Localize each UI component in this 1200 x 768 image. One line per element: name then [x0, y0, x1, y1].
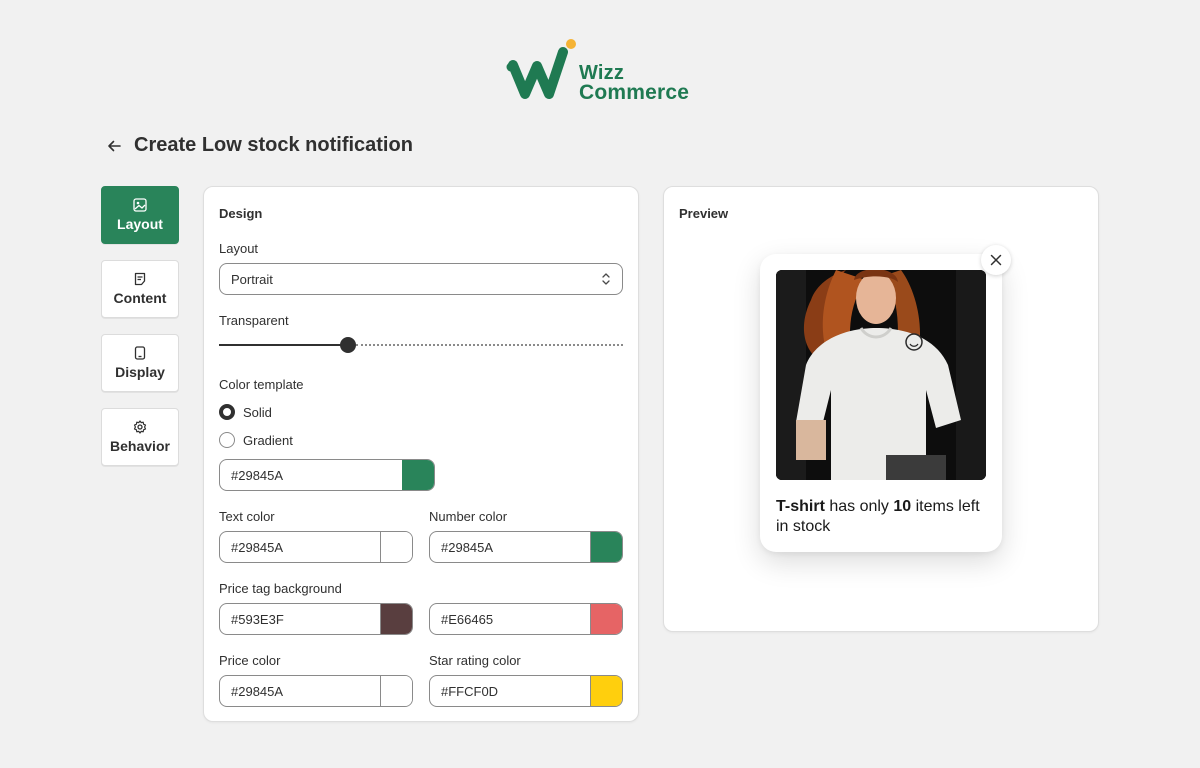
price-tag-bg2-swatch[interactable]	[590, 604, 622, 634]
price-color-swatch[interactable]	[380, 676, 412, 706]
wizzcommerce-logo: Wizz Commerce	[505, 38, 700, 104]
radio-gradient[interactable]: Gradient	[219, 432, 293, 448]
gear-icon	[133, 420, 147, 434]
layout-label: Layout	[219, 241, 259, 256]
wizz-logo-mark	[506, 39, 576, 99]
sidebar-item-label: Display	[115, 364, 165, 380]
star-rating-color-hex[interactable]: #FFCF0D	[430, 676, 590, 706]
price-tag-bg-hex[interactable]: #593E3F	[220, 604, 380, 634]
price-tag-bg2-input[interactable]: #E66465	[429, 603, 623, 635]
sidebar-item-label: Behavior	[110, 438, 170, 454]
arrow-left-icon[interactable]	[106, 137, 124, 155]
page-header: Create Low stock notification	[106, 134, 413, 157]
price-tag-bg-label: Price tag background	[219, 581, 342, 596]
sidebar-item-layout[interactable]: Layout	[101, 186, 179, 244]
price-tag-bg-swatch[interactable]	[380, 604, 412, 634]
number-color-hex[interactable]: #29845A	[430, 532, 590, 562]
design-card: Design Layout Portrait Transparent Color…	[203, 186, 639, 722]
slider-filled-track	[219, 344, 348, 346]
page-title: Create Low stock notification	[134, 134, 413, 156]
radio-gradient-control[interactable]	[219, 432, 235, 448]
image-layout-icon	[133, 198, 147, 212]
tablet-icon	[134, 346, 146, 360]
template-color-hex[interactable]: #29845A	[220, 460, 402, 490]
msg-part1: has only	[824, 498, 894, 515]
star-rating-color-input[interactable]: #FFCF0D	[429, 675, 623, 707]
price-tag-bg2-hex[interactable]: #E66465	[430, 604, 590, 634]
price-tag-bg-input[interactable]: #593E3F	[219, 603, 413, 635]
layout-select-value: Portrait	[231, 271, 273, 287]
sidebar-item-content[interactable]: Content	[101, 260, 179, 318]
slider-rest-track	[356, 344, 623, 346]
number-color-label: Number color	[429, 509, 508, 524]
text-color-input[interactable]: #29845A	[219, 531, 413, 563]
logo-line2: Commerce	[579, 81, 690, 104]
design-title: Design	[219, 206, 263, 221]
layout-select[interactable]: Portrait	[219, 263, 623, 295]
radio-solid[interactable]: Solid	[219, 404, 272, 420]
sidebar-item-display[interactable]: Display	[101, 334, 179, 392]
slider-thumb[interactable]	[340, 337, 356, 353]
product-name: T-shirt	[776, 498, 825, 515]
popup-message: T-shirt has only 10 items left in stock	[776, 497, 988, 537]
radio-solid-label: Solid	[243, 404, 272, 420]
note-icon	[134, 272, 146, 286]
color-template-label: Color template	[219, 377, 304, 392]
select-chevron-icon	[602, 273, 610, 285]
number-color-input[interactable]: #29845A	[429, 531, 623, 563]
template-color-input[interactable]: #29845A	[219, 459, 435, 491]
star-rating-color-swatch[interactable]	[590, 676, 622, 706]
preview-title: Preview	[679, 206, 729, 221]
text-color-hex[interactable]: #29845A	[220, 532, 380, 562]
close-popup-button[interactable]	[981, 245, 1011, 275]
product-image	[776, 270, 986, 480]
radio-solid-control[interactable]	[219, 404, 235, 420]
text-color-label: Text color	[219, 509, 275, 524]
transparent-slider[interactable]	[219, 335, 623, 355]
star-rating-label: Star rating color	[429, 653, 521, 668]
price-color-input[interactable]: #29845A	[219, 675, 413, 707]
template-color-swatch[interactable]	[402, 460, 434, 490]
logo-wordmark: Wizz Commerce	[579, 63, 690, 104]
number-color-swatch[interactable]	[590, 532, 622, 562]
transparent-label: Transparent	[219, 313, 289, 328]
price-color-hex[interactable]: #29845A	[220, 676, 380, 706]
sidebar-item-label: Content	[113, 290, 167, 306]
sidebar-item-label: Layout	[117, 216, 163, 232]
stock-count: 10	[893, 498, 912, 515]
close-icon	[990, 254, 1002, 266]
sidebar-item-behavior[interactable]: Behavior	[101, 408, 179, 466]
radio-gradient-label: Gradient	[243, 432, 293, 448]
text-color-swatch[interactable]	[380, 532, 412, 562]
price-color-label: Price color	[219, 653, 281, 668]
